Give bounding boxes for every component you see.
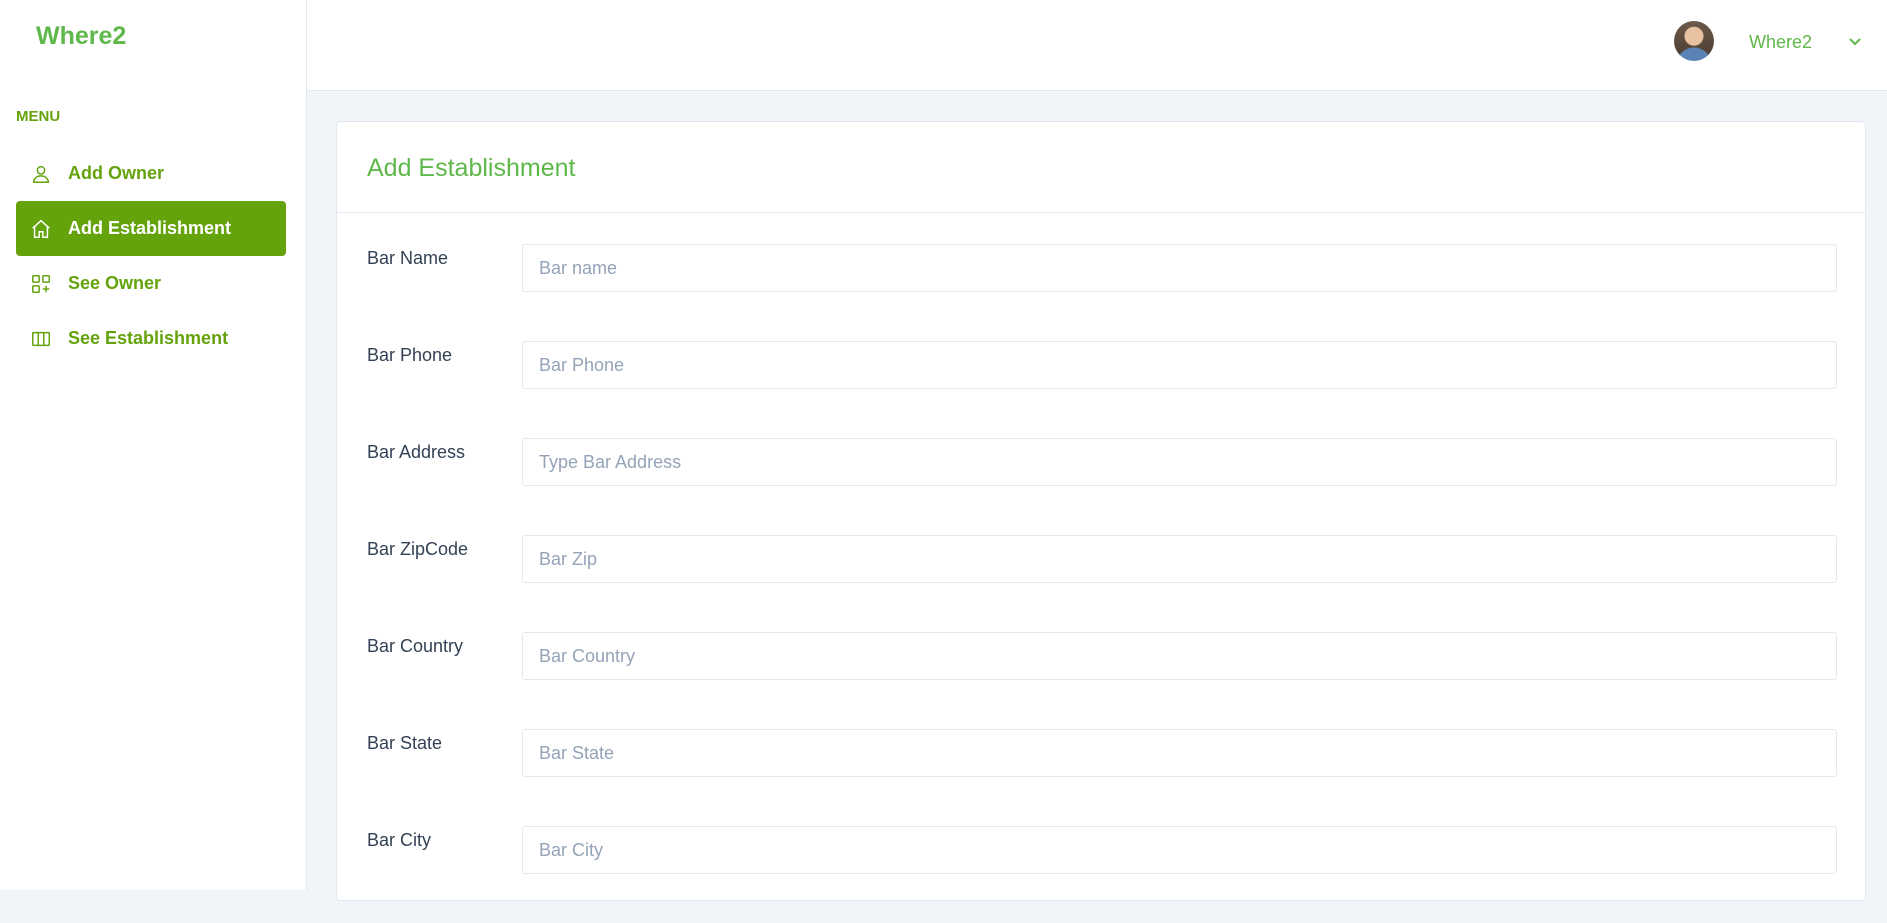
bar-name-label: Bar Name	[367, 248, 449, 268]
sidebar-nav: Add Owner Add Establishment See Owner Se…	[16, 146, 286, 366]
sidebar-item-label: See Establishment	[68, 328, 229, 348]
bar-address-input[interactable]	[522, 438, 1837, 486]
brand-logo[interactable]: Where2	[36, 22, 126, 51]
bar-phone-label: Bar Phone	[367, 345, 453, 365]
bar-city-label: Bar City	[367, 830, 432, 850]
form-row-bar-zipcode: Bar ZipCode	[367, 535, 1837, 632]
avatar[interactable]	[1674, 21, 1714, 61]
page-title: Add Establishment	[337, 122, 1865, 213]
sidebar: Where2 MENU Add Owner Add Establishment …	[0, 0, 307, 890]
user-icon	[30, 163, 52, 185]
sidebar-item-label: Add Establishment	[68, 218, 232, 238]
bar-zipcode-input[interactable]	[522, 535, 1837, 583]
form-row-bar-state: Bar State	[367, 729, 1837, 826]
establishment-form: Bar Name Bar Phone Bar Address Bar ZipCo…	[367, 244, 1837, 923]
form-row-bar-name: Bar Name	[367, 244, 1837, 341]
menu-heading: MENU	[16, 108, 61, 125]
sidebar-item-see-establishment[interactable]: See Establishment	[16, 311, 286, 366]
bar-country-input[interactable]	[522, 632, 1837, 680]
sidebar-item-see-owner[interactable]: See Owner	[16, 256, 286, 311]
sidebar-item-add-establishment[interactable]: Add Establishment	[16, 201, 286, 256]
home-icon	[30, 218, 52, 240]
bar-name-input[interactable]	[522, 244, 1837, 292]
grid-plus-icon	[30, 273, 52, 295]
columns-icon	[30, 328, 52, 350]
form-row-bar-city: Bar City	[367, 826, 1837, 923]
add-establishment-card: Add Establishment Bar Name Bar Phone Bar…	[336, 121, 1866, 901]
bar-state-label: Bar State	[367, 733, 443, 753]
top-header: Where2	[307, 0, 1887, 91]
user-name[interactable]: Where2	[1749, 32, 1812, 53]
bar-address-label: Bar Address	[367, 442, 466, 462]
bar-state-input[interactable]	[522, 729, 1837, 777]
form-row-bar-address: Bar Address	[367, 438, 1837, 535]
sidebar-item-add-owner[interactable]: Add Owner	[16, 146, 286, 201]
chevron-down-icon[interactable]	[1847, 33, 1863, 49]
bar-zipcode-label: Bar ZipCode	[367, 539, 469, 559]
bar-country-label: Bar Country	[367, 636, 464, 656]
bar-phone-input[interactable]	[522, 341, 1837, 389]
form-row-bar-phone: Bar Phone	[367, 341, 1837, 438]
sidebar-item-label: See Owner	[68, 273, 162, 293]
sidebar-item-label: Add Owner	[68, 163, 165, 183]
bar-city-input[interactable]	[522, 826, 1837, 874]
form-row-bar-country: Bar Country	[367, 632, 1837, 729]
